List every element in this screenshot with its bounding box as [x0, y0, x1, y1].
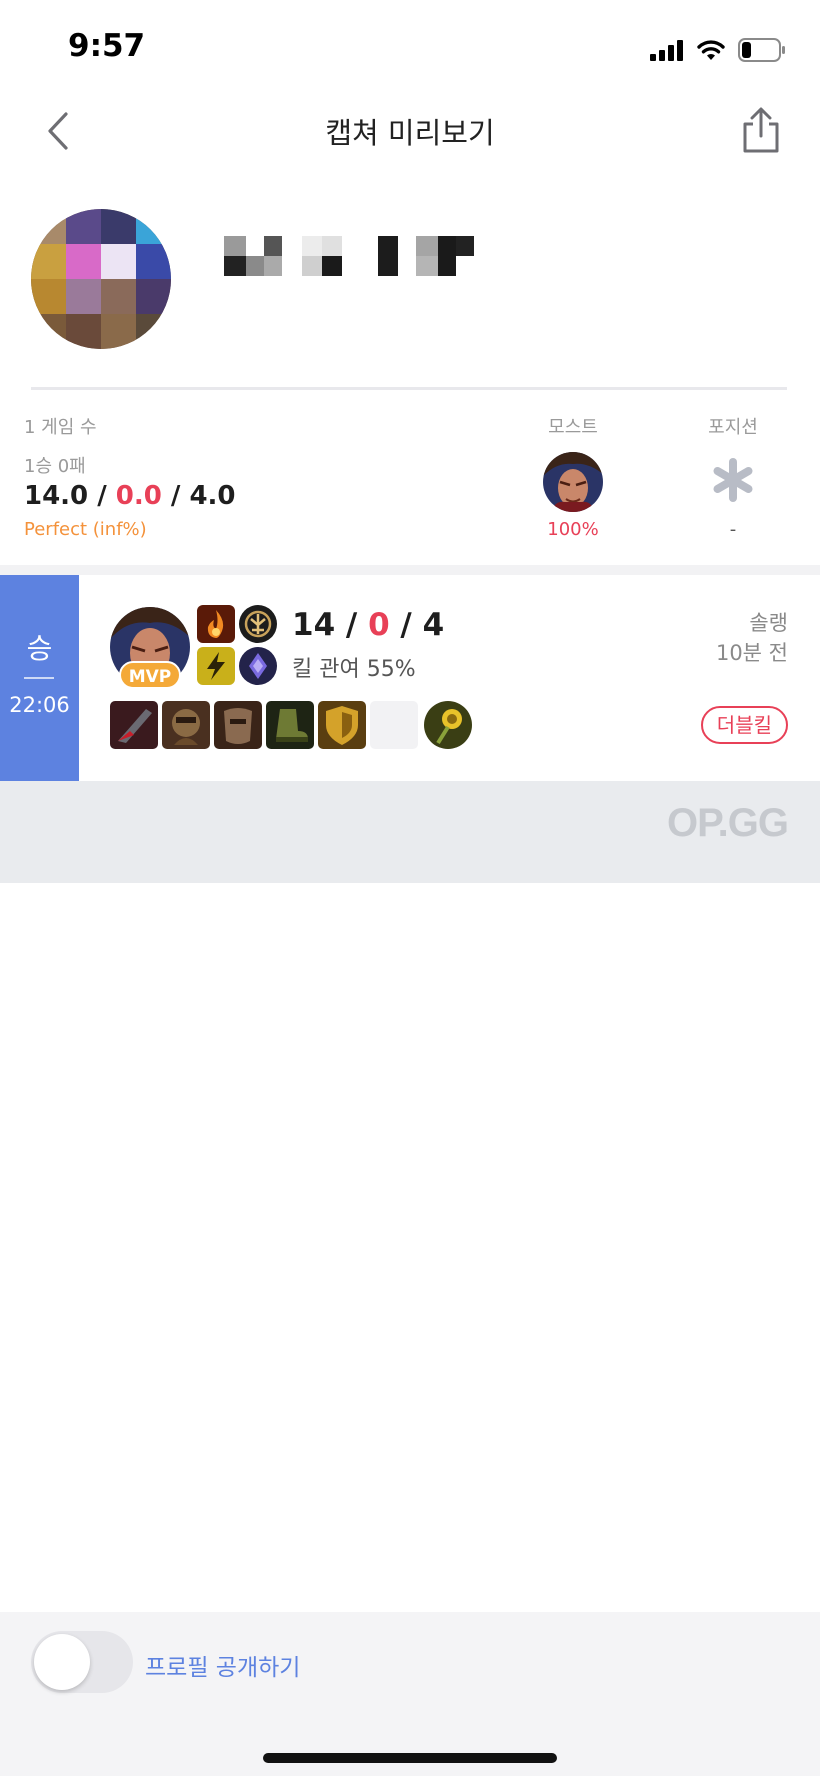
home-indicator	[263, 1753, 557, 1763]
summoner-name-redacted	[224, 236, 474, 276]
kda-assists: 4.0	[189, 481, 236, 511]
wifi-icon	[697, 40, 725, 60]
time-ago: 10분 전	[715, 641, 788, 665]
navigation-bar: 캡쳐 미리보기	[0, 100, 820, 162]
kda-kills: 14	[292, 607, 336, 643]
most-champion-label: 모스트	[548, 417, 598, 438]
item-build	[110, 701, 472, 749]
status-time: 9:57	[68, 28, 146, 64]
win-loss-record: 1승 0패	[24, 456, 86, 477]
queue-type: 솔랭	[749, 611, 788, 635]
brand-band: OP.GG	[0, 781, 820, 883]
summary-section: 1 게임 수 1승 0패 14.0 / 0.0 / 4.0 Perfect (i…	[0, 395, 820, 565]
position-label: 포지션	[708, 417, 758, 438]
opgg-logo: OP.GG	[667, 801, 789, 845]
item-slot-1-icon	[110, 701, 158, 749]
match-card[interactable]: 승 22:06 MVP 14 / 0 / 4 킬 관여 55% 솔랭 10분 전	[0, 575, 820, 781]
match-kda: 14 / 0 / 4	[292, 607, 444, 643]
match-result-bar: 승 22:06	[0, 575, 79, 781]
result-divider	[24, 677, 54, 679]
kda-assists: 4	[422, 607, 445, 643]
page-title: 캡쳐 미리보기	[325, 116, 495, 150]
profile-divider	[31, 387, 787, 390]
games-count-label: 1 게임 수	[24, 417, 97, 438]
battery-icon	[738, 38, 785, 62]
bottom-bar: 프로필 공개하기	[0, 1612, 820, 1776]
item-slot-3-icon	[214, 701, 262, 749]
kda-separator: /	[161, 481, 190, 511]
kda-separator: /	[389, 607, 423, 643]
item-slot-6-empty	[370, 701, 418, 749]
share-icon	[743, 107, 779, 153]
flash-spell-icon	[197, 647, 235, 685]
item-slot-2-icon	[162, 701, 210, 749]
kda-separator: /	[335, 607, 369, 643]
signal-icon	[650, 40, 683, 61]
kda-separator: /	[88, 481, 116, 511]
most-champion-icon	[543, 452, 603, 512]
profile-public-label[interactable]: 프로필 공개하기	[145, 1648, 300, 1682]
asterisk-icon	[710, 457, 756, 503]
conqueror-rune-icon	[239, 605, 277, 643]
kda-deaths: 0.0	[115, 481, 162, 511]
ignite-spell-icon	[197, 605, 235, 643]
multikill-badge: 더블킬	[700, 706, 788, 744]
mvp-badge: MVP	[119, 661, 181, 689]
profile-avatar	[31, 209, 171, 349]
kda-kills: 14.0	[24, 481, 89, 511]
status-icons	[650, 36, 786, 64]
sorcery-rune-icon	[239, 647, 277, 685]
section-gap	[0, 565, 820, 575]
average-kda: 14.0 / 0.0 / 4.0	[24, 481, 236, 511]
kda-deaths: 0	[368, 607, 390, 643]
item-slot-4-icon	[266, 701, 314, 749]
kda-ratio: Perfect (inf%)	[24, 519, 147, 540]
share-button[interactable]	[736, 104, 786, 156]
toggle-knob	[34, 1634, 90, 1690]
position-value: -	[729, 519, 737, 540]
match-result: 승	[26, 632, 53, 665]
profile-public-toggle[interactable]	[31, 1631, 133, 1693]
item-slot-5-icon	[318, 701, 366, 749]
status-bar: 9:57	[0, 0, 820, 100]
trinket-icon	[424, 701, 472, 749]
most-champion-winrate: 100%	[547, 519, 599, 540]
match-duration: 22:06	[9, 693, 70, 717]
kill-participation: 킬 관여 55%	[292, 657, 416, 682]
